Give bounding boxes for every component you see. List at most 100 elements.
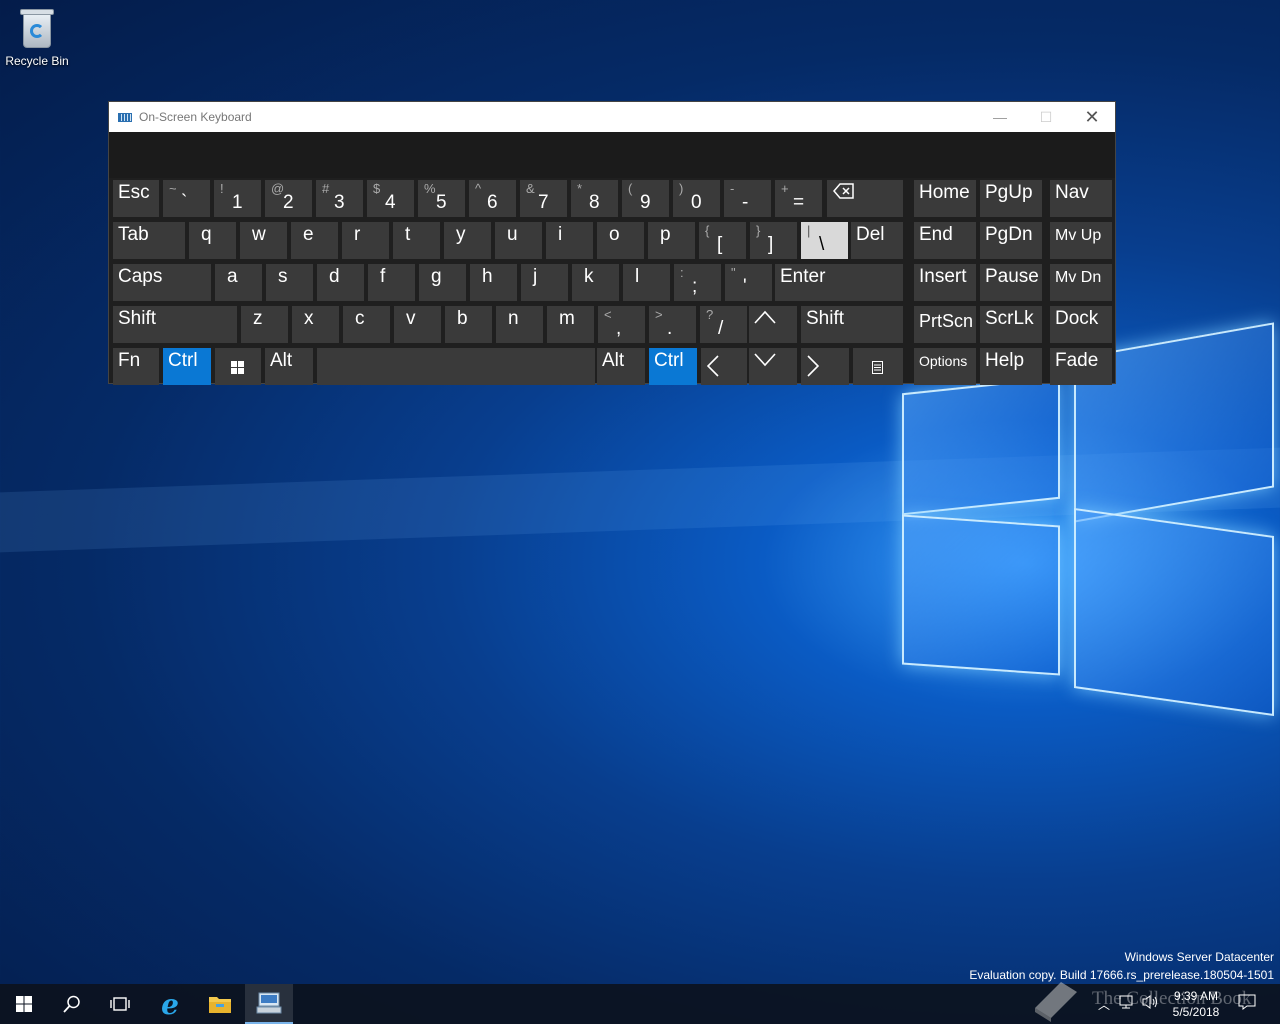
- key-arrow-up[interactable]: [749, 306, 797, 343]
- key-home[interactable]: Home: [914, 180, 976, 217]
- letter-key[interactable]: n: [496, 306, 543, 343]
- key-arrow-right[interactable]: [801, 348, 849, 385]
- key-pgdn[interactable]: PgDn: [980, 222, 1042, 259]
- letter-key[interactable]: x: [292, 306, 339, 343]
- close-button[interactable]: ✕: [1069, 102, 1115, 132]
- number-row-key[interactable]: (9: [622, 180, 669, 217]
- keyboard-app-icon: [256, 992, 282, 1014]
- letter-key[interactable]: c: [343, 306, 390, 343]
- number-row-key[interactable]: ) 0: [673, 180, 720, 217]
- key-scrlk[interactable]: ScrLk: [980, 306, 1042, 343]
- letter-key[interactable]: m: [547, 306, 594, 343]
- key-fade[interactable]: Fade: [1050, 348, 1112, 385]
- key-letter: t: [405, 224, 411, 245]
- key-shift-left[interactable]: Shift: [113, 306, 237, 343]
- punct-key[interactable]: <,: [598, 306, 645, 343]
- letter-key[interactable]: f: [368, 264, 415, 301]
- letter-key[interactable]: u: [495, 222, 542, 259]
- punct-key[interactable]: >.: [649, 306, 696, 343]
- letter-key[interactable]: q: [189, 222, 236, 259]
- key-shift-right[interactable]: Shift: [801, 306, 903, 343]
- letter-key[interactable]: k: [572, 264, 619, 301]
- key-caps[interactable]: Caps: [113, 264, 211, 301]
- maximize-button[interactable]: ☐: [1023, 102, 1069, 132]
- letter-key[interactable]: a: [215, 264, 262, 301]
- letter-key[interactable]: s: [266, 264, 313, 301]
- key-menu[interactable]: [853, 348, 903, 385]
- task-view-button[interactable]: [96, 984, 144, 1024]
- shift-char: ): [679, 181, 684, 196]
- key-fn[interactable]: Fn: [113, 348, 159, 385]
- key-pause[interactable]: Pause: [980, 264, 1042, 301]
- letter-key[interactable]: b: [445, 306, 492, 343]
- on-screen-keyboard-taskbar-button[interactable]: [245, 984, 293, 1024]
- key-tab[interactable]: Tab: [113, 222, 185, 259]
- key-ctrl-left[interactable]: Ctrl: [163, 348, 211, 385]
- bracket-key[interactable]: | \: [801, 222, 848, 259]
- letter-key[interactable]: w: [240, 222, 287, 259]
- start-button[interactable]: [0, 984, 48, 1024]
- search-button[interactable]: [48, 984, 96, 1024]
- key-pgup[interactable]: PgUp: [980, 180, 1042, 217]
- key-mv-up[interactable]: Mv Up: [1050, 222, 1112, 259]
- letter-key[interactable]: r: [342, 222, 389, 259]
- number-row-key[interactable]: --: [724, 180, 771, 217]
- number-row-key[interactable]: $4: [367, 180, 414, 217]
- key-mv-dn[interactable]: Mv Dn: [1050, 264, 1112, 301]
- main-char: \: [819, 234, 825, 255]
- letter-key[interactable]: h: [470, 264, 517, 301]
- key-esc[interactable]: Esc: [113, 180, 159, 217]
- key-arrow-left[interactable]: [701, 348, 747, 385]
- number-row-key[interactable]: * 8: [571, 180, 618, 217]
- key-alt-right[interactable]: Alt: [597, 348, 645, 385]
- number-row-key[interactable]: ^ 6: [469, 180, 516, 217]
- number-row-key[interactable]: % 5: [418, 180, 465, 217]
- punct-key[interactable]: ? /: [700, 306, 747, 343]
- key-windows[interactable]: [215, 348, 261, 385]
- number-row-key[interactable]: + =: [775, 180, 822, 217]
- letter-key[interactable]: l: [623, 264, 670, 301]
- recycle-bin[interactable]: Recycle Bin: [2, 6, 72, 68]
- backspace-icon: [833, 183, 854, 199]
- letter-key[interactable]: t: [393, 222, 440, 259]
- key-insert[interactable]: Insert: [914, 264, 976, 301]
- letter-key[interactable]: p: [648, 222, 695, 259]
- letter-key[interactable]: d: [317, 264, 364, 301]
- letter-key[interactable]: o: [597, 222, 644, 259]
- letter-key[interactable]: i: [546, 222, 593, 259]
- key-end[interactable]: End: [914, 222, 976, 259]
- letter-key[interactable]: e: [291, 222, 338, 259]
- punct-key[interactable]: " ': [725, 264, 772, 301]
- key-options[interactable]: Options: [914, 348, 976, 385]
- key-arrow-down[interactable]: [749, 348, 797, 385]
- punct-key[interactable]: :;: [674, 264, 721, 301]
- bracket-key[interactable]: {[: [699, 222, 746, 259]
- letter-key[interactable]: j: [521, 264, 568, 301]
- number-row-key[interactable]: @2: [265, 180, 312, 217]
- key-letter: b: [457, 308, 468, 329]
- key-enter[interactable]: Enter: [775, 264, 903, 301]
- file-explorer-button[interactable]: [196, 984, 244, 1024]
- letter-key[interactable]: v: [394, 306, 441, 343]
- key-del[interactable]: Del: [851, 222, 903, 259]
- key-dock[interactable]: Dock: [1050, 306, 1112, 343]
- key-help[interactable]: Help: [980, 348, 1042, 385]
- letter-key[interactable]: g: [419, 264, 466, 301]
- key-nav[interactable]: Nav: [1050, 180, 1112, 217]
- key-space[interactable]: [317, 348, 595, 385]
- title-bar[interactable]: On-Screen Keyboard — ☐ ✕: [109, 102, 1115, 132]
- key-ctrl-right[interactable]: Ctrl: [649, 348, 697, 385]
- letter-key[interactable]: y: [444, 222, 491, 259]
- key-prtscn[interactable]: PrtScn: [914, 306, 976, 343]
- internet-explorer-button[interactable]: e: [146, 984, 194, 1024]
- build-watermark: Evaluation copy. Build 17666.rs_prerelea…: [969, 968, 1274, 982]
- bracket-key[interactable]: }]: [750, 222, 797, 259]
- number-row-key[interactable]: ~ `: [163, 180, 210, 217]
- minimize-button[interactable]: —: [977, 102, 1023, 132]
- number-row-key[interactable]: & 7: [520, 180, 567, 217]
- number-row-key[interactable]: #3: [316, 180, 363, 217]
- key-backspace[interactable]: [827, 180, 903, 217]
- key-alt-left[interactable]: Alt: [265, 348, 313, 385]
- letter-key[interactable]: z: [241, 306, 288, 343]
- number-row-key[interactable]: ! 1: [214, 180, 261, 217]
